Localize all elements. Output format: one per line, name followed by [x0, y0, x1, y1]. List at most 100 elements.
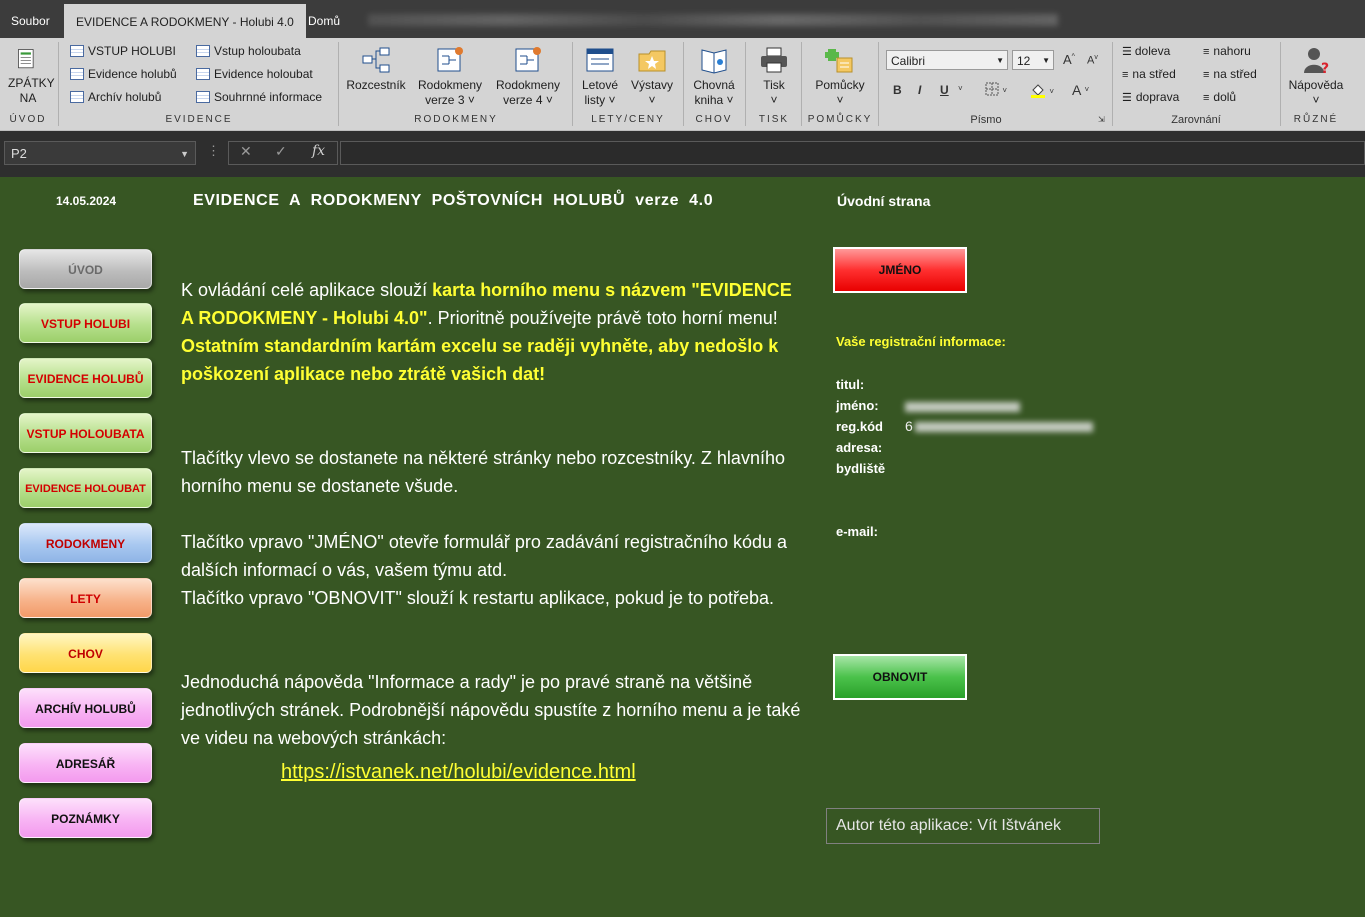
nav-poznamky-button[interactable]: POZNÁMKY	[19, 798, 152, 838]
tools-plus-icon	[825, 49, 853, 73]
ribbon-napoveda-button[interactable]: ? Nápověda ˅	[1284, 46, 1348, 108]
nav-help-paragraph: Tlačítky vlevo se dostanete na některé s…	[181, 448, 785, 496]
nav-rodokmeny-button[interactable]: RODOKMENY	[19, 523, 152, 563]
ribbon: ZPÁTKY NA ÚVOD VSTUP HOLUBI Evidence hol…	[0, 38, 1365, 131]
nav-vstup-holubi-button[interactable]: VSTUP HOLUBI	[19, 303, 152, 343]
ribbon-rodokmeny-v3-button[interactable]: Rodokmeny verze 3 ˅	[414, 46, 486, 108]
org-chart-icon	[362, 47, 390, 73]
bold-button[interactable]: B	[893, 83, 902, 97]
ribbon-souhrnne-informace[interactable]: Souhrnné informace	[196, 87, 322, 107]
group-label-lety: LETY/CENY	[591, 114, 665, 125]
website-link[interactable]: https://istvanek.net/holubi/evidence.htm…	[281, 761, 636, 784]
worksheet: 14.05.2024 EVIDENCE A RODOKMENY POŠTOVNÍ…	[0, 177, 1365, 917]
svg-text:?: ?	[1321, 61, 1329, 74]
font-shrink-button[interactable]: Av	[1087, 54, 1098, 67]
insert-function-icon[interactable]: fx	[312, 143, 325, 159]
buttons-help-paragraph: Tlačítko vpravo "JMÉNO" otevře formulář …	[181, 532, 788, 608]
align-right-button[interactable]: ☰ doprava	[1122, 87, 1179, 107]
nav-evidence-holoubat-button[interactable]: EVIDENCE HOLOUBAT	[19, 468, 152, 508]
registration-heading: Vaše registrační informace:	[836, 334, 1006, 349]
title-tab-bar: Soubor EVIDENCE A RODOKMENY - Holubi 4.0…	[0, 0, 1365, 38]
nav-lety-button[interactable]: LETY	[19, 578, 152, 618]
ribbon-pomucky-button[interactable]: Pomůcky ˅	[808, 46, 872, 108]
reg-label-adresa: adresa:	[836, 440, 883, 455]
font-size-select[interactable]: 12 ▼	[1012, 50, 1054, 70]
tab-soubor[interactable]: Soubor	[11, 0, 50, 38]
nav-archiv-holubu-button[interactable]: ARCHÍV HOLUBŮ	[19, 688, 152, 728]
jmeno-button[interactable]: JMÉNO	[833, 247, 967, 293]
enter-icon[interactable]: ✓	[275, 143, 287, 160]
nav-evidence-holubu-button[interactable]: EVIDENCE HOLUBŮ	[19, 358, 152, 398]
underline-button[interactable]: U	[940, 83, 949, 97]
group-label-pomucky: POMŮCKY	[807, 114, 873, 125]
help-info-paragraph: Jednoduchá nápověda "Informace a rady" j…	[181, 672, 801, 748]
dialog-launcher-icon[interactable]: ⇲	[1098, 115, 1105, 124]
ribbon-chovna-kniha-button[interactable]: Chovná kniha ˅	[688, 46, 740, 108]
fill-color-button[interactable]: ˅	[1030, 82, 1054, 101]
ribbon-archiv-holubu[interactable]: Archív holubů	[70, 87, 161, 107]
formula-input[interactable]	[340, 141, 1365, 165]
group-label-zarovnani: Zarovnání	[1171, 114, 1221, 126]
borders-button[interactable]: ˅	[985, 82, 1007, 99]
ribbon-letove-listy-button[interactable]: Letové listy ˅	[576, 46, 624, 108]
align-right-icon: ☰	[1122, 92, 1132, 104]
cancel-icon[interactable]: ✕	[240, 143, 252, 160]
tab-domu[interactable]: Domů	[308, 0, 340, 38]
table-icon	[70, 68, 84, 80]
ribbon-rozcestnik-button[interactable]: Rozcestník	[344, 46, 408, 93]
current-date: 14.05.2024	[56, 194, 117, 208]
ribbon-separator	[745, 42, 746, 126]
font-color-button[interactable]: A ˅	[1072, 82, 1089, 101]
font-grow-button[interactable]: A^	[1063, 52, 1075, 67]
tab-evidence-rodokmeny[interactable]: EVIDENCE A RODOKMENY - Holubi 4.0	[64, 0, 306, 38]
intro-paragraph: K ovládání celé aplikace slouží karta ho…	[181, 280, 792, 384]
nav-uvod-button[interactable]: ÚVOD	[19, 249, 152, 289]
reg-value-regkod-prefix: 6	[905, 418, 913, 434]
reg-label-regkod: reg.kód	[836, 419, 883, 434]
reg-value-jmeno-blurred	[905, 402, 1020, 412]
nav-vstup-holoubata-button[interactable]: VSTUP HOLOUBATA	[19, 413, 152, 453]
book-users-icon	[701, 49, 727, 74]
ribbon-vstup-holoubata[interactable]: Vstup holoubata	[196, 41, 301, 61]
blurred-window-title	[368, 14, 1058, 26]
ribbon-rodokmeny-v4-button[interactable]: Rodokmeny verze 4 ˅	[492, 46, 564, 108]
printer-icon	[761, 47, 787, 73]
align-bottom-icon: ≡	[1203, 92, 1210, 104]
ribbon-evidence-holoubat[interactable]: Evidence holoubat	[196, 64, 313, 84]
document-icon	[18, 49, 34, 69]
ribbon-tisk-button[interactable]: Tisk ˅	[752, 46, 796, 108]
back-home-button[interactable]: ZPÁTKY NA	[6, 46, 55, 106]
obnovit-button[interactable]: OBNOVIT	[833, 654, 967, 700]
align-left-button[interactable]: ☰ doleva	[1122, 41, 1170, 61]
nav-adresar-button[interactable]: ADRESÁŘ	[19, 743, 152, 783]
table-icon	[196, 45, 210, 57]
group-label-evidence: EVIDENCE	[165, 114, 233, 125]
chevron-down-icon[interactable]: ˅	[958, 84, 963, 93]
reg-label-bydliste: bydliště	[836, 461, 886, 476]
ribbon-vstup-holubi[interactable]: VSTUP HOLUBI	[70, 41, 176, 61]
align-bottom-button[interactable]: ≡ dolů	[1203, 87, 1236, 107]
reg-label-titul: titul:	[836, 377, 865, 392]
font-name-select[interactable]: Calibri ▼	[886, 50, 1008, 70]
ribbon-evidence-holubu[interactable]: Evidence holubů	[70, 64, 177, 84]
group-label-tisk: TISK	[758, 114, 790, 125]
name-box[interactable]: P2 ▼	[4, 141, 196, 165]
table-icon	[70, 45, 84, 57]
formula-bar: P2 ▼ ⋮ ✕ ✓ fx	[0, 131, 1365, 177]
align-left-icon: ☰	[1122, 46, 1132, 58]
align-middle-button[interactable]: ≡ na střed	[1203, 64, 1257, 84]
ribbon-separator	[801, 42, 802, 126]
chevron-down-icon: ▼	[996, 56, 1004, 65]
nav-chov-button[interactable]: CHOV	[19, 633, 152, 673]
ribbon-vystavy-button[interactable]: Výstavy ˅	[628, 46, 676, 108]
more-options-icon[interactable]: ⋮	[207, 143, 220, 159]
italic-button[interactable]: I	[918, 83, 921, 97]
author-box: Autor této aplikace: Vít Ištvánek	[826, 808, 1100, 844]
group-label-rodokmeny: RODOKMENY	[414, 114, 498, 125]
align-center-button[interactable]: ≡ na střed	[1122, 64, 1176, 84]
table-icon	[196, 68, 210, 80]
align-top-button[interactable]: ≡ nahoru	[1203, 41, 1251, 61]
ribbon-separator	[338, 42, 339, 126]
group-label-pismo: Písmo	[970, 114, 1002, 126]
ribbon-separator	[1280, 42, 1281, 126]
